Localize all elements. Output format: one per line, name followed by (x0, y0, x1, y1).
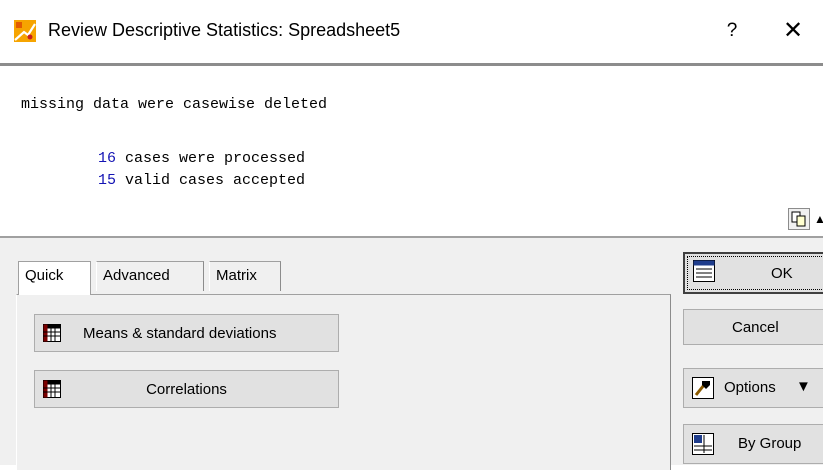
dialog-separator (0, 236, 823, 238)
options-button[interactable]: Options ▼ (683, 368, 823, 408)
results-line-missing: missing data were casewise deleted (21, 96, 328, 113)
valid-text: valid cases accepted (116, 172, 306, 189)
means-button[interactable]: Means & standard deviations (34, 314, 339, 352)
scroll-arrow-icon[interactable]: ▲ (814, 208, 823, 230)
cancel-label: Cancel (732, 319, 779, 336)
cancel-button[interactable]: Cancel (683, 309, 823, 345)
ok-label: OK (771, 265, 793, 282)
tab-advanced[interactable]: Advanced (96, 261, 204, 291)
options-label: Options (724, 379, 776, 396)
options-icon (692, 377, 714, 399)
tab-matrix[interactable]: Matrix (209, 261, 281, 291)
valid-count: 15 (98, 172, 117, 189)
correlations-label: Correlations (146, 381, 227, 398)
close-button[interactable]: ✕ (770, 14, 816, 48)
window-title: Review Descriptive Statistics: Spreadshe… (48, 20, 401, 40)
title-bar: Review Descriptive Statistics: Spreadshe… (0, 0, 823, 62)
processed-count: 16 (98, 150, 117, 167)
by-group-icon (692, 433, 714, 455)
means-label: Means & standard deviations (83, 325, 277, 342)
bygroup-label: By Group (738, 435, 802, 452)
dropdown-arrow-icon: ▼ (796, 378, 811, 395)
copy-icon[interactable] (788, 208, 810, 230)
bygroup-button[interactable]: By Group (683, 424, 823, 464)
results-pane: missing data were casewise deleted 16 ca… (0, 66, 823, 236)
app-icon (14, 20, 36, 42)
table-grid-icon (43, 324, 61, 342)
help-button[interactable]: ? (712, 14, 752, 48)
tab-quick[interactable]: Quick (18, 261, 91, 295)
correlations-button[interactable]: Correlations (34, 370, 339, 408)
results-line-valid: 15 valid cases accepted (98, 172, 305, 189)
processed-text: cases were processed (116, 150, 306, 167)
ok-button[interactable]: OK (683, 252, 823, 294)
results-line-processed: 16 cases were processed (98, 150, 305, 167)
ok-icon (693, 260, 715, 282)
